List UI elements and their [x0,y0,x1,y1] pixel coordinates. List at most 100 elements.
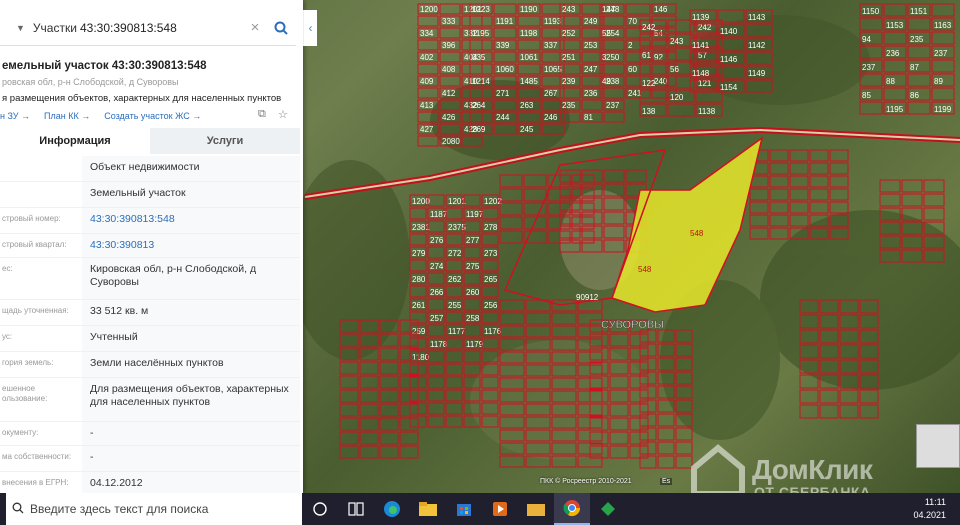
parcel-outline[interactable] [603,63,625,75]
parcel-outline[interactable] [463,350,481,363]
parcel-outline[interactable] [559,63,581,75]
parcel-outline[interactable] [581,3,603,15]
parcel-outline[interactable] [409,285,427,298]
parcel-outline[interactable] [427,194,445,207]
parcel-outline[interactable] [493,27,517,39]
parcel-outline[interactable] [581,27,603,39]
timeline-icon[interactable] [338,493,374,525]
parcel-outline[interactable] [417,15,439,27]
parcel-outline[interactable] [463,220,481,233]
parcel-outline[interactable] [809,149,829,162]
parcel-outline[interactable] [559,15,581,27]
parcel-outline[interactable] [445,363,463,376]
parcel-outline[interactable] [417,87,439,99]
parcel-outline[interactable] [469,63,493,75]
parcel-outline[interactable] [625,3,651,15]
parcel-outline[interactable] [359,361,379,375]
parcel-outline[interactable] [409,207,427,220]
parcel-outline[interactable] [551,325,577,338]
search-button[interactable] [266,10,296,46]
parcel-outline[interactable] [481,337,499,350]
parcel-outline[interactable] [799,389,819,404]
star-icon[interactable]: ☆ [278,108,288,121]
parcel-outline[interactable] [461,39,483,51]
parcel-outline[interactable] [839,389,859,404]
parcel-outline[interactable] [829,175,849,188]
parcel-outline[interactable] [359,389,379,403]
parcel-outline[interactable] [427,298,445,311]
parcel-outline[interactable] [581,51,603,63]
parcel-outline[interactable] [379,431,399,445]
parcel-outline[interactable] [819,389,839,404]
parcel-outline[interactable] [461,63,483,75]
parcel-outline[interactable] [339,361,359,375]
parcel-outline[interactable] [657,441,675,455]
parcel-outline[interactable] [639,89,667,103]
parcel-outline[interactable] [749,227,769,240]
parcel-outline[interactable] [829,162,849,175]
parcel-outline[interactable] [901,179,923,193]
parcel-outline[interactable] [657,427,675,441]
parcel-outline[interactable] [541,3,565,15]
store-icon[interactable] [446,493,482,525]
parcel-outline[interactable] [427,350,445,363]
parcel-outline[interactable] [523,188,547,202]
parcel-outline[interactable] [359,403,379,417]
parcel-outline[interactable] [907,17,931,31]
task-view-icon[interactable] [302,493,338,525]
parcel-outline[interactable] [409,233,427,246]
parcel-outline[interactable] [461,15,483,27]
media-icon[interactable] [482,493,518,525]
parcel-outline[interactable] [581,75,603,87]
parcel-outline[interactable] [789,162,809,175]
tab-info[interactable]: Информация [0,128,150,154]
parcel-outline[interactable] [769,162,789,175]
parcel-outline[interactable] [499,188,523,202]
parcel-outline[interactable] [809,175,829,188]
parcel-outline[interactable] [923,207,945,221]
parcel-outline[interactable] [809,188,829,201]
parcel-outline[interactable] [469,15,493,27]
parcel-outline[interactable] [463,194,481,207]
parcel-outline[interactable] [427,246,445,259]
parcel-outline[interactable] [517,15,541,27]
parcel-outline[interactable] [399,375,419,389]
parcel-outline[interactable] [481,311,499,324]
copy-icon[interactable]: ⧉ [258,108,266,121]
parcel-outline[interactable] [359,445,379,459]
parcel-outline[interactable] [427,389,445,402]
parcel-outline[interactable] [417,39,439,51]
parcel-outline[interactable] [907,101,931,115]
cadastral-quarter-link[interactable]: 43:30:390813 [82,234,300,257]
parcel-outline[interactable] [339,445,359,459]
parcel-outline[interactable] [379,375,399,389]
parcel-outline[interactable] [551,299,577,312]
tab-services[interactable]: Услуги [150,128,300,154]
parcel-outline[interactable] [339,431,359,445]
parcel-outline[interactable] [525,312,551,325]
link-create-parcel[interactable]: Создать участок ЖС → [104,111,201,121]
app-icon[interactable] [590,493,626,525]
parcel-outline[interactable] [809,201,829,214]
parcel-outline[interactable] [809,162,829,175]
parcel-outline[interactable] [463,363,481,376]
parcel-outline[interactable] [523,230,547,244]
collapse-panel-button[interactable]: ‹ [303,10,317,46]
parcel-outline[interactable] [859,17,883,31]
parcel-outline[interactable] [463,246,481,259]
parcel-outline[interactable] [463,298,481,311]
parcel-outline[interactable] [923,193,945,207]
parcel-outline[interactable] [339,375,359,389]
parcel-outline[interactable] [463,324,481,337]
parcel-outline[interactable] [499,299,525,312]
parcel-outline[interactable] [541,27,565,39]
parcel-outline[interactable] [445,259,463,272]
parcel-outline[interactable] [445,233,463,246]
parcel-outline[interactable] [359,417,379,431]
parcel-outline[interactable] [379,389,399,403]
parcel-outline[interactable] [399,445,419,459]
parcel-outline[interactable] [427,272,445,285]
parcel-outline[interactable] [667,103,695,117]
parcel-outline[interactable] [445,376,463,389]
parcel-outline[interactable] [399,389,419,403]
